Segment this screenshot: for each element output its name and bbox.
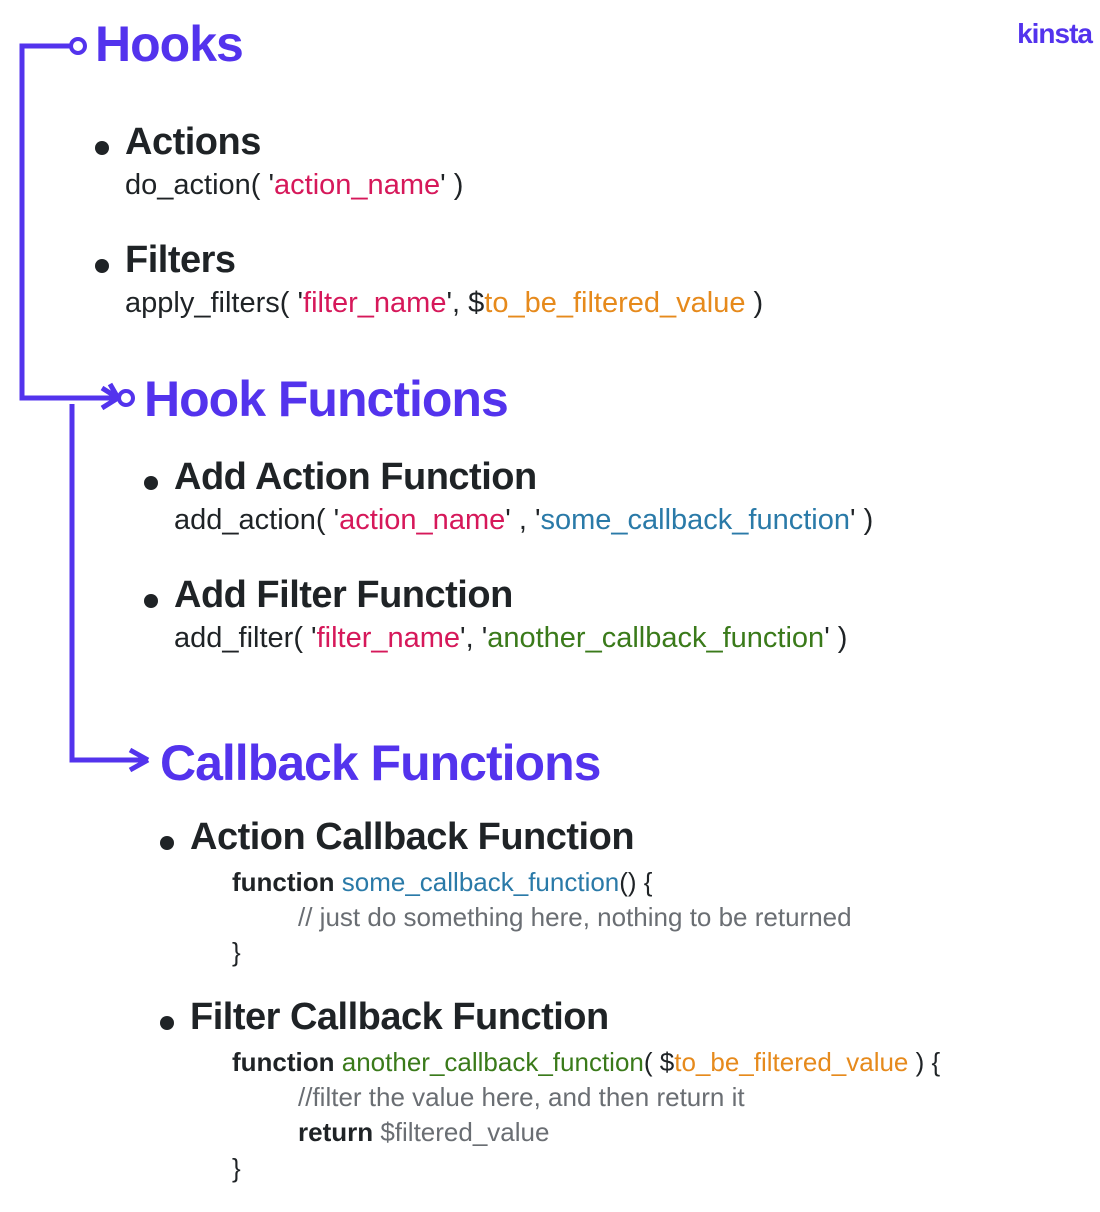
add-filter-item: Add Filter Function add_filter( 'filter_… xyxy=(144,574,873,658)
bullet-icon xyxy=(144,594,158,608)
action-callback-code: function some_callback_function() { // j… xyxy=(232,865,940,970)
section-hooks: Hooks Actions do_action( 'action_name' )… xyxy=(95,15,763,357)
actions-label: Actions xyxy=(125,121,261,163)
section-callback-functions: Callback Functions Action Callback Funct… xyxy=(160,734,940,1212)
bullet-icon xyxy=(144,476,158,490)
filter-callback-item: Filter Callback Function function anothe… xyxy=(160,996,940,1185)
add-filter-label: Add Filter Function xyxy=(174,574,513,616)
action-callback-item: Action Callback Function function some_c… xyxy=(160,816,940,970)
hooks-filters-item: Filters apply_filters( 'filter_name', $t… xyxy=(95,239,763,323)
hooks-actions-item: Actions do_action( 'action_name' ) xyxy=(95,121,763,205)
section-hook-functions: Hook Functions Add Action Function add_a… xyxy=(144,370,873,692)
apply-filters-code: apply_filters( 'filter_name', $to_be_fil… xyxy=(125,284,763,323)
add-action-item: Add Action Function add_action( 'action_… xyxy=(144,456,873,540)
bullet-icon xyxy=(95,141,109,155)
add-action-code: add_action( 'action_name' , 'some_callba… xyxy=(174,501,873,540)
callback-functions-heading: Callback Functions xyxy=(160,734,940,792)
filter-callback-label: Filter Callback Function xyxy=(190,996,609,1038)
bullet-icon xyxy=(160,1016,174,1030)
filters-label: Filters xyxy=(125,239,236,281)
action-callback-label: Action Callback Function xyxy=(190,816,634,858)
kinsta-logo: KINSTa xyxy=(1017,18,1092,50)
hooks-heading: Hooks xyxy=(95,15,763,73)
add-action-label: Add Action Function xyxy=(174,456,537,498)
filter-callback-code: function another_callback_function( $to_… xyxy=(232,1045,940,1185)
hook-functions-heading: Hook Functions xyxy=(144,370,873,428)
add-filter-code: add_filter( 'filter_name', 'another_call… xyxy=(174,619,873,658)
do-action-code: do_action( 'action_name' ) xyxy=(125,166,763,205)
bullet-icon xyxy=(160,836,174,850)
bullet-icon xyxy=(95,259,109,273)
